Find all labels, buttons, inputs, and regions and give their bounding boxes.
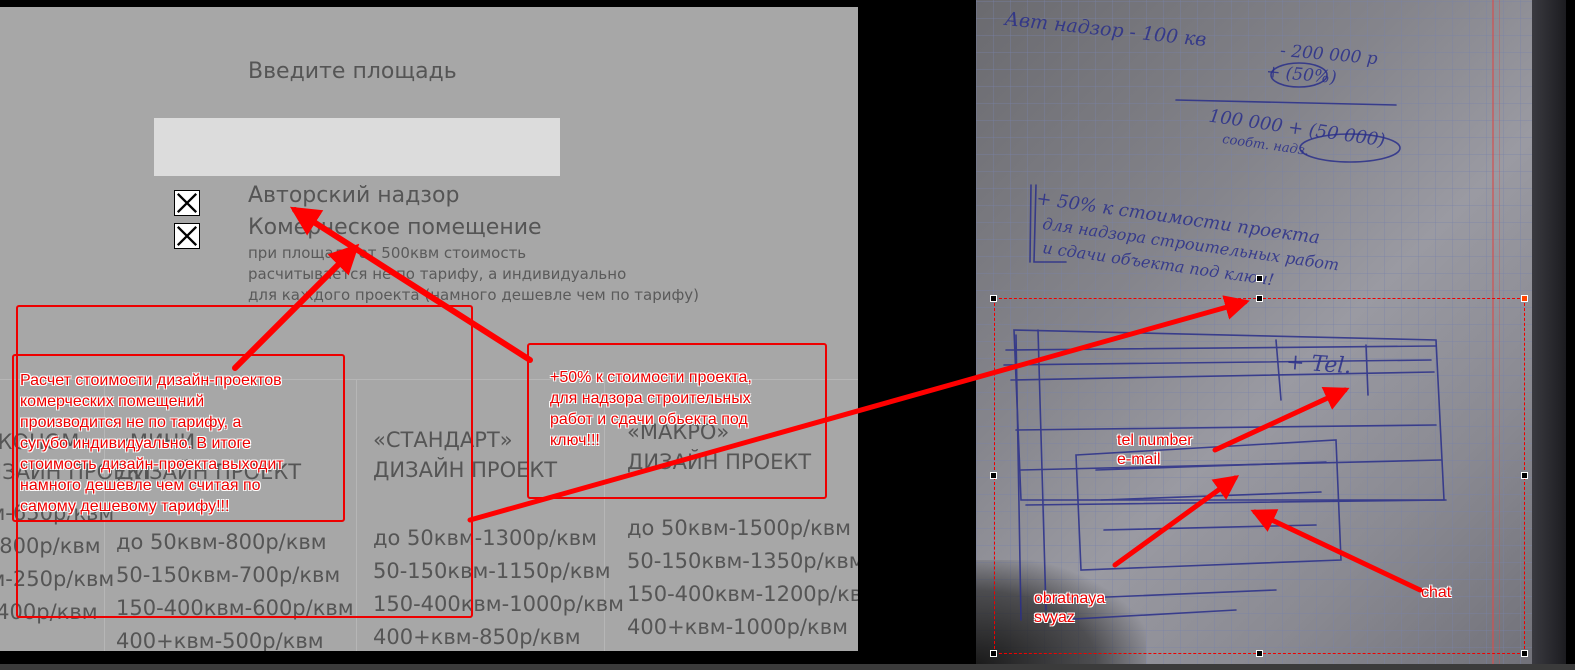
supervision-checkbox[interactable]: [174, 190, 200, 216]
annotation-supervision-text: +50% к стоимости проекта, для надзора ст…: [550, 369, 752, 449]
area-label: Введите площадь: [248, 59, 457, 84]
resize-handle[interactable]: [1521, 295, 1528, 302]
tariff-prices-macro: до 50квм-1500р/квм 50-150квм-1350р/квм 1…: [627, 516, 858, 639]
bottom-bar: [0, 664, 1575, 670]
commercial-note: при площади от 500квм стоимость расчитыв…: [248, 243, 699, 306]
note-line: для каждого проекта (намного дешевле чем…: [248, 286, 700, 304]
rotate-handle[interactable]: [1256, 275, 1263, 282]
resize-handle[interactable]: [1521, 650, 1528, 657]
area-input[interactable]: [154, 118, 560, 176]
resize-handle[interactable]: [1256, 295, 1263, 302]
label-feedback: obratnaya svyaz: [1034, 590, 1106, 626]
resize-handle[interactable]: [990, 650, 997, 657]
check-x-icon: [176, 192, 198, 214]
label-chat: chat: [1421, 584, 1452, 601]
resize-handle[interactable]: [1521, 472, 1528, 479]
resize-handle[interactable]: [990, 295, 997, 302]
annotation-commercial-text: Расчет стоимости дизайн-проектов комерче…: [20, 372, 284, 515]
supervision-label: Авторский надзор: [248, 183, 460, 208]
check-x-icon: [176, 225, 198, 247]
commercial-label: Комерческое помещение: [248, 215, 542, 240]
label-tel-email: tel number e-mail: [1117, 432, 1193, 468]
resize-handle[interactable]: [990, 472, 997, 479]
resize-handle[interactable]: [1256, 650, 1263, 657]
note-line: при площади от 500квм стоимость: [248, 244, 527, 262]
commercial-checkbox[interactable]: [174, 223, 200, 249]
note-line: расчитывается не по тарифу, а индивидуал…: [248, 265, 627, 283]
